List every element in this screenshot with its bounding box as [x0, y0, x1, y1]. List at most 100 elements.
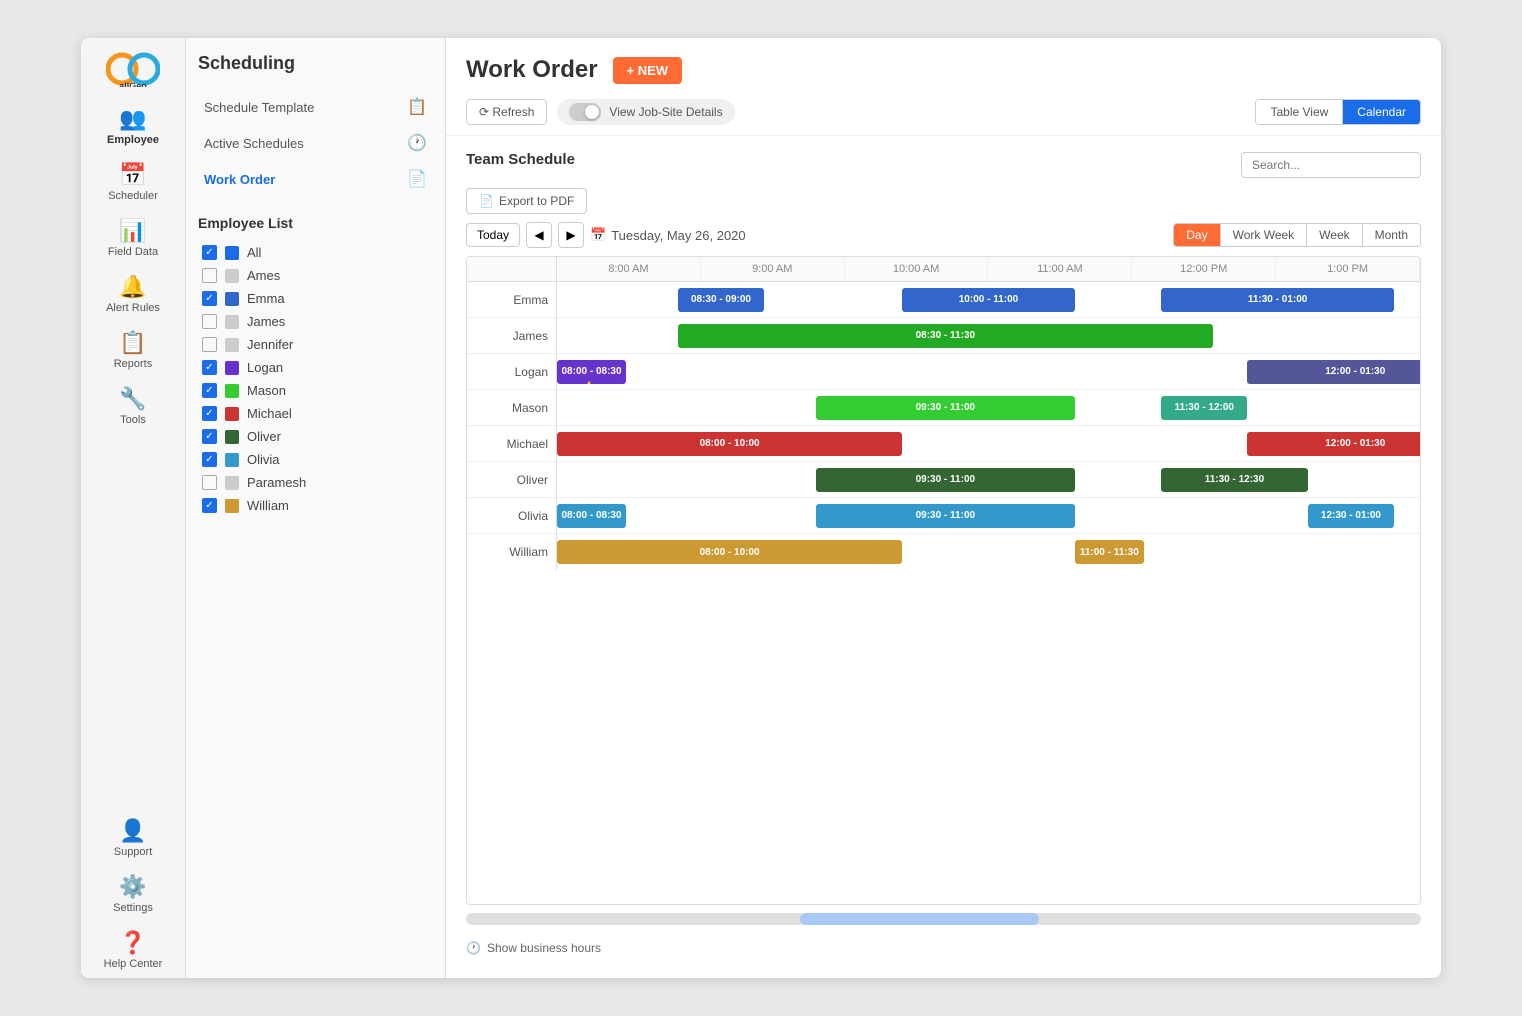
employee-item-logan[interactable]: ✓ Logan	[198, 356, 433, 379]
next-button[interactable]: ▶	[558, 222, 584, 248]
nav-item-scheduler[interactable]: 📅Scheduler	[102, 154, 164, 210]
event-block[interactable]: 08:00 - 10:00	[557, 540, 902, 564]
view-toggle: Table View Calendar	[1255, 99, 1421, 125]
event-block[interactable]: 11:00 - 11:30	[1075, 540, 1144, 564]
event-block[interactable]: 11:30 - 12:30	[1161, 468, 1308, 492]
employee-item-paramesh[interactable]: Paramesh	[198, 471, 433, 494]
time-cells: 09:30 - 11:00 11:30 - 12:00	[557, 390, 1420, 425]
event-block[interactable]: 11:30 - 12:00	[1161, 396, 1247, 420]
scheduling-title: Scheduling	[198, 53, 433, 74]
employee-item-william[interactable]: ✓ William	[198, 494, 433, 517]
employee-name: James	[247, 314, 285, 329]
export-pdf-button[interactable]: 📄 Export to PDF	[466, 188, 587, 214]
employee-name-cell: Olivia	[467, 498, 557, 533]
schedule-menu-item-work-order[interactable]: Work Order📄	[198, 161, 433, 197]
employee-item-emma[interactable]: ✓ Emma	[198, 287, 433, 310]
employee-checkbox[interactable]	[202, 475, 217, 490]
calendar-row: James08:30 - 11:30	[467, 318, 1420, 354]
nav-item-alert-rules[interactable]: 🔔Alert Rules	[102, 266, 164, 322]
employee-checkbox[interactable]	[202, 314, 217, 329]
calendar-body: Emma08:30 - 09:0010:00 - 11:0011:30 - 01…	[467, 282, 1420, 570]
event-block[interactable]: 09:30 - 11:00	[816, 504, 1075, 528]
time-slot-label: 11:00 AM	[988, 257, 1132, 281]
nav-item-tools[interactable]: 🔧Tools	[102, 378, 164, 434]
bottom-nav-item-support[interactable]: 👤Support	[81, 810, 185, 866]
event-block[interactable]: 08:00 - 08:30	[557, 504, 626, 528]
employee-color-dot	[225, 269, 239, 283]
employee-item-all[interactable]: ✓ All	[198, 241, 433, 264]
employee-checkbox[interactable]	[202, 268, 217, 283]
employee-item-michael[interactable]: ✓ Michael	[198, 402, 433, 425]
day-button[interactable]: Day	[1174, 224, 1220, 246]
calendar-view-button[interactable]: Calendar	[1343, 100, 1420, 124]
bottom-nav-icon: ⚙️	[119, 874, 146, 900]
employee-checkbox[interactable]: ✓	[202, 452, 217, 467]
time-cells: 08:00 - 08:3008:00 - 08:30👆 12:00 - 01:30	[557, 354, 1420, 389]
name-col-header	[467, 257, 557, 281]
event-block[interactable]: 10:00 - 11:00	[902, 288, 1075, 312]
employee-checkbox[interactable]: ✓	[202, 245, 217, 260]
nav-item-reports[interactable]: 📋Reports	[102, 322, 164, 378]
event-block[interactable]: 12:00 - 01:30	[1247, 360, 1420, 384]
calendar-grid: 8:00 AM9:00 AM10:00 AM11:00 AM12:00 PM1:…	[466, 256, 1421, 905]
employee-checkbox[interactable]: ✓	[202, 291, 217, 306]
search-input[interactable]	[1241, 152, 1421, 178]
employee-checkbox[interactable]: ✓	[202, 383, 217, 398]
month-button[interactable]: Month	[1363, 224, 1420, 246]
time-slot-label: 8:00 AM	[557, 257, 701, 281]
schedule-menu-item-active-schedules[interactable]: Active Schedules🕐	[198, 125, 433, 161]
week-button[interactable]: Week	[1307, 224, 1362, 246]
table-view-button[interactable]: Table View	[1256, 100, 1343, 124]
employee-item-james[interactable]: James	[198, 310, 433, 333]
employee-checkbox[interactable]: ✓	[202, 429, 217, 444]
nav-icon: 📅	[119, 162, 146, 188]
event-block[interactable]: 08:00 - 10:00	[557, 432, 902, 456]
prev-button[interactable]: ◀	[526, 222, 552, 248]
content-area: Work Order + NEW ⟳ Refresh View Job-Site…	[446, 38, 1441, 978]
event-block[interactable]: 09:30 - 11:00	[816, 468, 1075, 492]
work-week-button[interactable]: Work Week	[1221, 224, 1308, 246]
view-jobsite-toggle[interactable]: View Job-Site Details	[557, 99, 734, 125]
event-block[interactable]: 09:30 - 11:00	[816, 396, 1075, 420]
today-button[interactable]: Today	[466, 223, 520, 247]
employee-item-mason[interactable]: ✓ Mason	[198, 379, 433, 402]
nav-item-field-data[interactable]: 📊Field Data	[102, 210, 164, 266]
employee-name: Jennifer	[247, 337, 293, 352]
employee-name: Oliver	[247, 429, 281, 444]
nav-item-employee[interactable]: 👥Employee	[102, 98, 164, 154]
event-block[interactable]: 12:30 - 01:00	[1308, 504, 1394, 528]
employee-color-dot	[225, 499, 239, 513]
menu-item-icon: 📄	[407, 169, 427, 189]
bottom-nav-item-settings[interactable]: ⚙️Settings	[81, 866, 185, 922]
toggle-knob	[585, 105, 599, 119]
employee-item-olivia[interactable]: ✓ Olivia	[198, 448, 433, 471]
time-cells: 08:30 - 11:30	[557, 318, 1420, 353]
nav-icon: 👥	[119, 106, 146, 132]
employee-name-cell: Oliver	[467, 462, 557, 497]
event-block[interactable]: 12:00 - 01:30	[1247, 432, 1420, 456]
clock-icon: 🕐	[466, 941, 481, 955]
employee-item-jennifer[interactable]: Jennifer	[198, 333, 433, 356]
time-cells: 09:30 - 11:00 11:30 - 12:30	[557, 462, 1420, 497]
employee-checkbox[interactable]: ✓	[202, 406, 217, 421]
employee-checkbox[interactable]: ✓	[202, 360, 217, 375]
refresh-button[interactable]: ⟳ Refresh	[466, 99, 547, 125]
employee-item-oliver[interactable]: ✓ Oliver	[198, 425, 433, 448]
employee-color-dot	[225, 407, 239, 421]
schedule-menu-item-schedule-template[interactable]: Schedule Template📋	[198, 89, 433, 125]
new-button[interactable]: + NEW	[613, 57, 683, 84]
employee-checkbox[interactable]	[202, 337, 217, 352]
pdf-icon: 📄	[479, 194, 494, 208]
bottom-nav-item-help-center[interactable]: ❓Help Center	[81, 922, 185, 978]
employee-name: Michael	[247, 406, 292, 421]
event-block[interactable]: 08:30 - 11:30	[678, 324, 1213, 348]
event-block[interactable]: 08:00 - 08:3008:00 - 08:30👆	[557, 360, 626, 384]
employee-color-dot	[225, 338, 239, 352]
employee-checkbox[interactable]: ✓	[202, 498, 217, 513]
event-block[interactable]: 11:30 - 01:00	[1161, 288, 1394, 312]
scrollbar-area[interactable]	[466, 913, 1421, 925]
employee-item-ames[interactable]: Ames	[198, 264, 433, 287]
event-block[interactable]: 08:30 - 09:00	[678, 288, 764, 312]
business-hours-toggle[interactable]: 🕐 Show business hours	[466, 933, 1421, 963]
toggle-switch[interactable]	[569, 103, 601, 121]
